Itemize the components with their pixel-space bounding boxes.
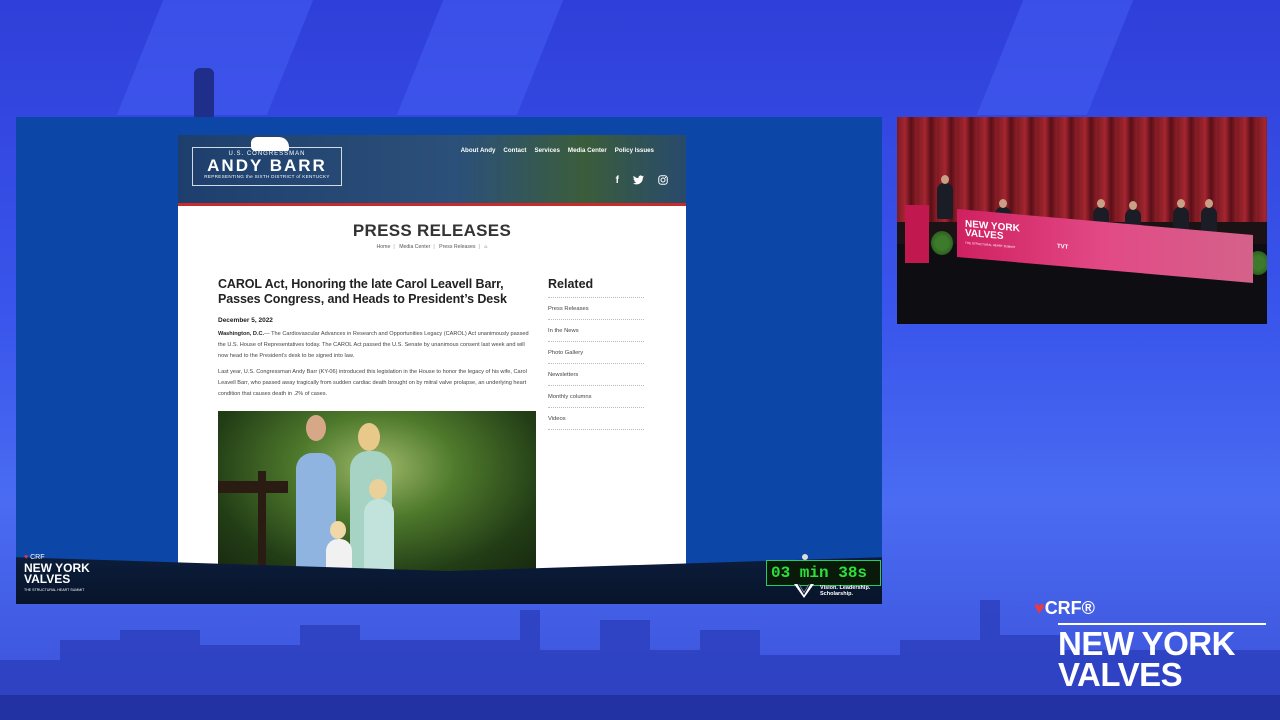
breadcrumb: Home | Media Center | Press Releases | ⌂ (376, 244, 488, 250)
photo-person-child (364, 499, 394, 571)
event-name-line1: NEW YORK (1058, 625, 1235, 662)
logo-name: ANDY BARR (207, 156, 327, 175)
crf-label: CRF® (1044, 598, 1095, 618)
photo-person-child-head (369, 479, 387, 499)
nav-media-center[interactable]: Media Center (568, 147, 607, 154)
related-item-photo-gallery[interactable]: Photo Gallery (548, 342, 644, 364)
background-stripe (116, 0, 314, 115)
home-icon[interactable]: ⌂ (484, 244, 487, 250)
nav-policy-issues[interactable]: Policy Issues (615, 147, 654, 154)
article-paragraph-2: Last year, U.S. Congressman Andy Barr (K… (218, 369, 527, 397)
related-item-newsletters[interactable]: Newsletters (548, 364, 644, 386)
related-list: Press Releases In the News Photo Gallery… (548, 298, 644, 430)
header-divider (178, 203, 686, 206)
presentation-screen: U.S. CONGRESSMAN ANDY BARR REPRESENTING … (16, 117, 882, 604)
related-sidebar: Related Press Releases In the News Photo… (548, 277, 644, 430)
related-item-press-releases[interactable]: Press Releases (548, 298, 644, 320)
article-headline: CAROL Act, Honoring the late Carol Leave… (218, 277, 507, 306)
crf-logo: ♥CRF® (1034, 598, 1266, 619)
vision-text: Vision. Leadership. Scholarship. (820, 585, 870, 598)
podium (905, 205, 929, 263)
stage-plant (931, 231, 953, 255)
breadcrumb-press-releases[interactable]: Press Releases (439, 244, 475, 250)
nav-about[interactable]: About Andy (461, 147, 496, 154)
table-event-name: NEW YORK VALVES (965, 219, 1020, 243)
crf-label-small: CRF (30, 554, 45, 561)
related-heading: Related (548, 277, 644, 298)
article-date: December 5, 2022 (218, 317, 273, 324)
event-branding: ♥CRF® NEW YORK VALVES (1034, 598, 1266, 694)
event-name-small-line2: VALVES (24, 572, 71, 587)
background-stripe (396, 0, 564, 115)
speaker-figure (937, 175, 953, 219)
article-dateline: Washington, D.C. (218, 331, 265, 337)
event-name-line2: VALVES (1058, 656, 1183, 694)
related-item-in-the-news[interactable]: In the News (548, 320, 644, 342)
article-paragraph-1-text: — The Cardiovascular Advances in Researc… (218, 331, 529, 359)
related-item-monthly-columns[interactable]: Monthly columns (548, 386, 644, 408)
article: CAROL Act, Honoring the late Carol Leave… (218, 277, 536, 400)
background-stripe (976, 0, 1134, 115)
website-screenshot: U.S. CONGRESSMAN ANDY BARR REPRESENTING … (178, 135, 686, 585)
event-name: NEW YORK VALVES (1058, 625, 1266, 694)
article-paragraph-1: Washington, D.C.— The Cardiovascular Adv… (218, 329, 536, 362)
family-photo (218, 411, 536, 571)
kentucky-icon (251, 137, 289, 151)
facebook-icon[interactable]: f (616, 175, 619, 188)
breadcrumb-media-center[interactable]: Media Center (399, 244, 430, 250)
logo-line3: REPRESENTING the SIXTH DISTRICT of KENTU… (204, 174, 330, 179)
live-camera-feed: NEW YORK VALVES THE STRUCTURAL HEART SUM… (897, 117, 1267, 324)
instagram-icon[interactable] (658, 175, 668, 188)
site-nav: About Andy Contact Services Media Center… (461, 147, 654, 154)
photo-person-toddler (326, 539, 352, 571)
event-tagline-small: THE STRUCTURAL HEART SUMMIT (24, 587, 85, 592)
related-item-videos[interactable]: Videos (548, 408, 644, 430)
photo-person-woman-head (358, 423, 380, 451)
photo-fence-post (258, 471, 266, 571)
crf-logo-small: ♥ CRF (24, 554, 90, 561)
vision-line2: Scholarship. (820, 591, 854, 597)
countdown-timer: 03 min 38s (766, 560, 881, 586)
photo-person-man-head (306, 415, 326, 441)
heart-icon: ♥ (1034, 598, 1045, 618)
breadcrumb-home[interactable]: Home (377, 244, 391, 250)
social-links: f (616, 175, 668, 188)
event-logo-small: ♥ CRF NEW YORK VALVES THE STRUCTURAL HEA… (24, 554, 90, 592)
table-tagline: THE STRUCTURAL HEART SUMMIT (965, 240, 1016, 250)
photo-person-toddler-head (330, 521, 346, 539)
event-name-small: NEW YORK VALVES (24, 562, 90, 587)
page-title: PRESS RELEASES (352, 221, 512, 240)
twitter-icon[interactable] (633, 175, 644, 188)
site-header: U.S. CONGRESSMAN ANDY BARR REPRESENTING … (178, 135, 686, 206)
site-logo[interactable]: U.S. CONGRESSMAN ANDY BARR REPRESENTING … (192, 137, 342, 186)
chevron-logo-icon (794, 584, 814, 598)
statue-silhouette (194, 68, 214, 118)
table-sponsor: TVT (1057, 243, 1069, 251)
nav-services[interactable]: Services (534, 147, 559, 154)
photo-fence (218, 481, 288, 493)
vision-logo: Vision. Leadership. Scholarship. (794, 584, 870, 598)
heart-icon: ♥ (24, 554, 29, 561)
nav-contact[interactable]: Contact (503, 147, 526, 154)
